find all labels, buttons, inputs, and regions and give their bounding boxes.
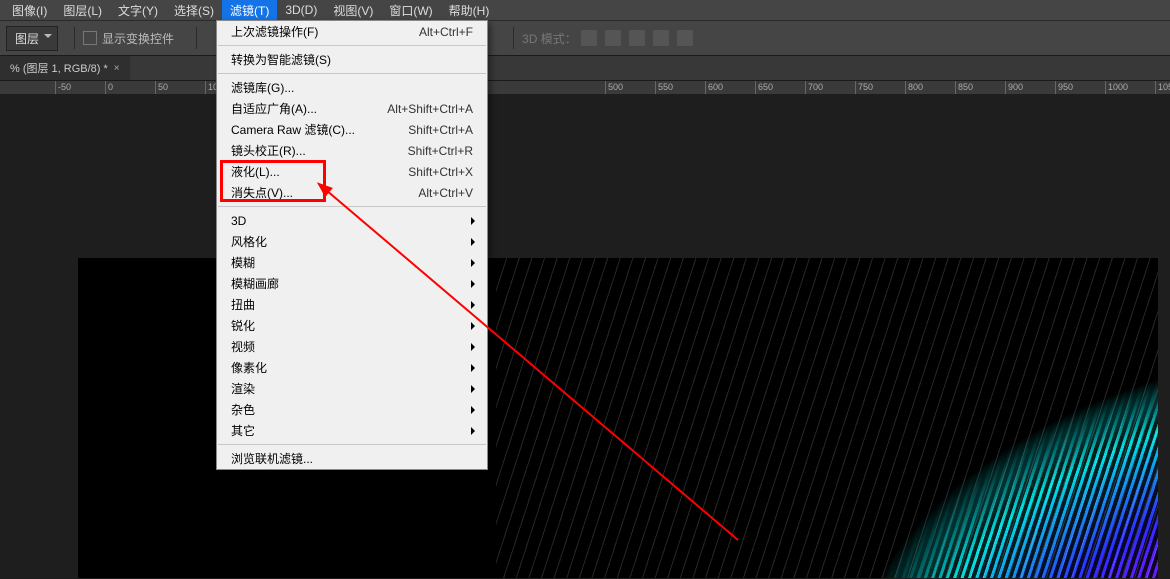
close-tab-icon[interactable]: ×: [114, 63, 120, 74]
menu-item-noise[interactable]: 杂色: [217, 399, 487, 420]
menu-item-distort[interactable]: 扭曲: [217, 294, 487, 315]
show-transform-label: 显示变换控件: [102, 30, 174, 47]
menu-item-sharpen[interactable]: 锐化: [217, 315, 487, 336]
menu-item-label: 扭曲: [231, 296, 255, 313]
menu-type[interactable]: 文字(Y): [110, 0, 166, 21]
3d-tool-icon[interactable]: [677, 30, 693, 46]
separator-icon: [196, 27, 197, 49]
menu-item-other[interactable]: 其它: [217, 420, 487, 441]
menu-item-shortcut: Shift+Ctrl+A: [408, 123, 473, 137]
menu-item-liquify[interactable]: 液化(L)... Shift+Ctrl+X: [217, 161, 487, 182]
menu-item-vanishing-point[interactable]: 消失点(V)... Alt+Ctrl+V: [217, 182, 487, 203]
menu-item-render[interactable]: 渲染: [217, 378, 487, 399]
show-transform-checkbox[interactable]: [83, 31, 97, 45]
menu-view[interactable]: 视图(V): [325, 0, 381, 21]
menu-item-blur[interactable]: 模糊: [217, 252, 487, 273]
menu-item-label: 其它: [231, 422, 255, 439]
menu-item-label: 滤镜库(G)...: [231, 79, 294, 96]
menu-item-video[interactable]: 视频: [217, 336, 487, 357]
menu-item-pixelate[interactable]: 像素化: [217, 357, 487, 378]
menu-item-label: 浏览联机滤镜...: [231, 450, 313, 467]
menu-3d[interactable]: 3D(D): [277, 1, 325, 19]
menu-item-3d[interactable]: 3D: [217, 210, 487, 231]
menu-help[interactable]: 帮助(H): [441, 0, 498, 21]
document-tab-strip: % (图层 1, RGB/8) * ×: [0, 56, 1170, 81]
3d-tool-icon[interactable]: [581, 30, 597, 46]
menu-item-smart-filter[interactable]: 转换为智能滤镜(S): [217, 49, 487, 70]
menu-item-label: 镜头校正(R)...: [231, 142, 306, 159]
menu-item-label: 像素化: [231, 359, 267, 376]
menu-item-label: 模糊画廊: [231, 275, 279, 292]
3d-tool-icon[interactable]: [605, 30, 621, 46]
filter-menu: 上次滤镜操作(F) Alt+Ctrl+F 转换为智能滤镜(S) 滤镜库(G)..…: [216, 20, 488, 470]
3d-tool-icon[interactable]: [629, 30, 645, 46]
3d-mode-label: 3D 模式：: [522, 30, 577, 47]
menu-layer[interactable]: 图层(L): [55, 0, 110, 21]
menu-item-shortcut: Shift+Ctrl+X: [408, 165, 473, 179]
menu-item-filter-gallery[interactable]: 滤镜库(G)...: [217, 77, 487, 98]
menubar: 图像(I) 图层(L) 文字(Y) 选择(S) 滤镜(T) 3D(D) 视图(V…: [0, 0, 1170, 20]
menu-item-blur-gallery[interactable]: 模糊画廊: [217, 273, 487, 294]
menu-item-last-filter[interactable]: 上次滤镜操作(F) Alt+Ctrl+F: [217, 21, 487, 42]
menu-select[interactable]: 选择(S): [166, 0, 222, 21]
separator-icon: [513, 27, 514, 49]
app-root: 图像(I) 图层(L) 文字(Y) 选择(S) 滤镜(T) 3D(D) 视图(V…: [0, 0, 1170, 579]
menu-item-label: 视频: [231, 338, 255, 355]
document-image: [496, 258, 1158, 578]
menu-filter[interactable]: 滤镜(T): [222, 0, 277, 21]
menu-item-label: 3D: [231, 214, 246, 228]
menu-item-label: 消失点(V)...: [231, 184, 293, 201]
document-tab-title: % (图层 1, RGB/8) *: [10, 60, 108, 76]
menu-item-adaptive-wide-angle[interactable]: 自适应广角(A)... Alt+Shift+Ctrl+A: [217, 98, 487, 119]
menu-item-shortcut: Shift+Ctrl+R: [408, 144, 473, 158]
menu-item-label: 转换为智能滤镜(S): [231, 51, 331, 68]
menu-item-label: 锐化: [231, 317, 255, 334]
menu-item-browse-online[interactable]: 浏览联机滤镜...: [217, 448, 487, 469]
separator-icon: [74, 27, 75, 49]
menu-item-label: 风格化: [231, 233, 267, 250]
layer-dropdown[interactable]: 图层: [6, 26, 58, 51]
menu-item-label: Camera Raw 滤镜(C)...: [231, 121, 355, 138]
menu-item-label: 液化(L)...: [231, 163, 280, 180]
menu-item-label: 渲染: [231, 380, 255, 397]
menu-window[interactable]: 窗口(W): [381, 0, 440, 21]
menu-item-shortcut: Alt+Ctrl+F: [419, 25, 473, 39]
menu-item-shortcut: Alt+Ctrl+V: [418, 186, 473, 200]
menu-item-lens-correction[interactable]: 镜头校正(R)... Shift+Ctrl+R: [217, 140, 487, 161]
options-bar: 图层 显示变换控件 3D 模式：: [0, 20, 1170, 56]
menu-item-shortcut: Alt+Shift+Ctrl+A: [387, 102, 473, 116]
canvas-area: [0, 94, 1170, 579]
menu-image[interactable]: 图像(I): [4, 0, 55, 21]
menu-item-label: 自适应广角(A)...: [231, 100, 317, 117]
menu-item-label: 模糊: [231, 254, 255, 271]
menu-item-camera-raw[interactable]: Camera Raw 滤镜(C)... Shift+Ctrl+A: [217, 119, 487, 140]
3d-tool-icon[interactable]: [653, 30, 669, 46]
document-tab[interactable]: % (图层 1, RGB/8) * ×: [0, 56, 130, 80]
menu-item-stylize[interactable]: 风格化: [217, 231, 487, 252]
menu-item-label: 杂色: [231, 401, 255, 418]
menu-item-label: 上次滤镜操作(F): [231, 23, 318, 40]
